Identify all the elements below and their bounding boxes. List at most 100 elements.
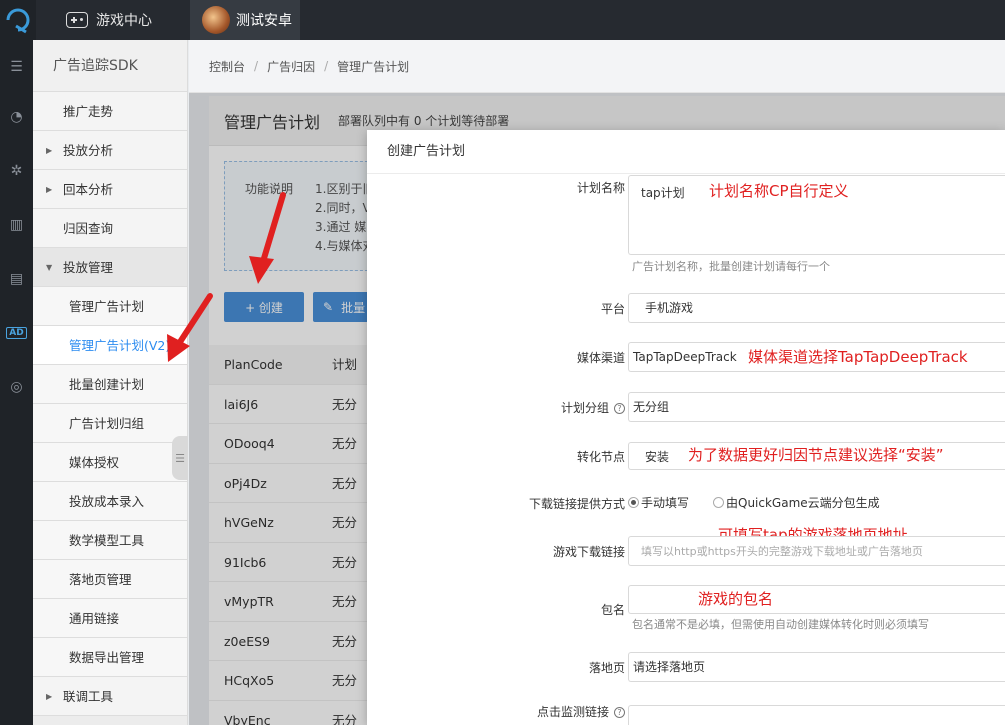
avatar bbox=[202, 6, 230, 34]
sidebar-item-label: 推广走势 bbox=[63, 104, 114, 119]
sidebar-item-label: 批量创建计划 bbox=[69, 377, 145, 392]
sidebar-item-label: 广告计划归组 bbox=[69, 416, 145, 431]
radio-manual[interactable]: 手动填写 bbox=[628, 494, 689, 511]
collapse-icon: ☰ bbox=[175, 451, 185, 465]
dashboard-icon[interactable]: ◔ bbox=[0, 102, 33, 132]
sidebar-item-label: 管理广告计划(V2) bbox=[69, 338, 171, 353]
plan-name-value: tap计划 bbox=[641, 186, 685, 200]
target-icon[interactable]: ◎ bbox=[0, 372, 33, 402]
sidebar-title: 广告追踪SDK bbox=[33, 40, 187, 92]
sidebar-item-label: 投放管理 bbox=[63, 260, 114, 275]
nav-project-label: 测试安卓 bbox=[236, 13, 292, 29]
top-bar: 游戏中心 测试安卓 bbox=[0, 0, 1005, 40]
annotation-channel: 媒体渠道选择TapTapDeepTrack bbox=[748, 348, 968, 366]
sidebar-item-delivery-analysis[interactable]: ▶ 投放分析 bbox=[33, 131, 187, 170]
group-label: 计划分组? bbox=[561, 399, 625, 416]
gear-icon[interactable]: ✲ bbox=[0, 156, 33, 186]
ad-icon[interactable]: AD bbox=[0, 318, 33, 348]
group-label-text: 计划分组 bbox=[560, 401, 609, 415]
channel-value: TapTapDeepTrack bbox=[633, 350, 737, 364]
sidebar-item-label: 联调工具 bbox=[63, 689, 114, 704]
sidebar-item-label: 通用链接 bbox=[69, 611, 120, 626]
sidebar-item-manage-plans-v2[interactable]: 管理广告计划(V2) bbox=[33, 326, 187, 365]
sidebar-item-math-model[interactable]: 数学模型工具 bbox=[33, 521, 187, 560]
sidebar-item-label: 数据导出管理 bbox=[69, 650, 145, 665]
caret-right-icon: ▶ bbox=[46, 185, 53, 194]
radio-manual-label: 手动填写 bbox=[641, 496, 690, 510]
sidebar-item-batch-create[interactable]: 批量创建计划 bbox=[33, 365, 187, 404]
plan-name-label: 计划名称 bbox=[576, 181, 625, 195]
sidebar-item-attribution-query[interactable]: 归因查询 bbox=[33, 209, 187, 248]
click-monitor-input[interactable] bbox=[628, 705, 1005, 725]
sidebar-item-plan-grouping[interactable]: 广告计划归组 bbox=[33, 404, 187, 443]
platform-select[interactable]: 手机游戏 bbox=[628, 293, 1005, 323]
breadcrumb-item: 管理广告计划 bbox=[337, 59, 410, 74]
sidebar-item-label: 数学模型工具 bbox=[69, 533, 145, 548]
platform-label: 平台 bbox=[600, 302, 625, 316]
landing-label: 落地页 bbox=[588, 661, 625, 675]
breadcrumb-item[interactable]: 控制台 bbox=[209, 58, 245, 75]
radio-cloud-label: 由QuickGame云端分包生成 bbox=[726, 496, 880, 510]
breadcrumb: 控制台 / 广告归因 / 管理广告计划 bbox=[189, 40, 1005, 93]
bar-chart-icon[interactable]: ▥ bbox=[0, 210, 33, 240]
sidebar: 广告追踪SDK 推广走势 ▶ 投放分析 ▶ 回本分析 归因查询 ▼ 投放管理 管理广告… bbox=[33, 40, 188, 725]
sidebar-item-payback-analysis[interactable]: ▶ 回本分析 bbox=[33, 170, 187, 209]
sidebar-item-trend[interactable]: 推广走势 bbox=[33, 92, 187, 131]
sidebar-item-delivery-management[interactable]: ▼ 投放管理 bbox=[33, 248, 187, 287]
package-label: 包名 bbox=[600, 603, 625, 617]
caret-right-icon: ▶ bbox=[46, 692, 53, 701]
radio-unchecked-icon bbox=[713, 497, 724, 508]
sidebar-item-label: 媒体授权 bbox=[69, 455, 120, 470]
breadcrumb-separator: / bbox=[254, 59, 259, 73]
conversion-node-label: 转化节点 bbox=[576, 450, 625, 464]
package-input[interactable] bbox=[628, 585, 1005, 614]
icon-rail: ☰ ◔ ✲ ▥ ▤ AD ◎ bbox=[0, 40, 33, 725]
sidebar-item-label: 归因查询 bbox=[63, 221, 114, 236]
sidebar-item-label: 管理广告计划 bbox=[69, 299, 145, 314]
create-plan-dialog: 创建广告计划 计划名称 tap计划 计划名称CP自行定义 广告计划名称，批量创建… bbox=[367, 130, 1005, 725]
group-select[interactable]: 无分组 bbox=[628, 392, 1005, 422]
landing-select[interactable]: 请选择落地页 bbox=[628, 652, 1005, 682]
sidebar-item-cost-entry[interactable]: 投放成本录入 bbox=[33, 482, 187, 521]
nav-game-center[interactable]: 游戏中心 bbox=[66, 0, 152, 40]
sidebar-item-debug-tools[interactable]: ▶ 联调工具 bbox=[33, 677, 187, 716]
radio-checked-icon bbox=[628, 497, 639, 508]
sidebar-item-universal-link[interactable]: 通用链接 bbox=[33, 599, 187, 638]
help-icon[interactable]: ? bbox=[614, 403, 625, 414]
plan-name-help: 广告计划名称，批量创建计划请每行一个 bbox=[632, 260, 830, 273]
channel-label: 媒体渠道 bbox=[576, 351, 625, 365]
sidebar-item-data-export[interactable]: 数据导出管理 bbox=[33, 638, 187, 677]
conversion-node-value: 安装 bbox=[645, 450, 670, 464]
click-monitor-label-text: 点击监测链接 bbox=[536, 705, 609, 719]
game-link-input[interactable]: 填写以http或https开头的完整游戏下载地址或广告落地页 bbox=[628, 536, 1005, 566]
game-link-label: 游戏下载链接 bbox=[552, 545, 625, 559]
app-logo[interactable] bbox=[0, 0, 36, 40]
click-monitor-label: 点击监测链接? bbox=[537, 703, 625, 720]
sidebar-item-label: 落地页管理 bbox=[69, 572, 132, 587]
sidebar-item-label: 投放分析 bbox=[63, 143, 114, 158]
package-help: 包名通常不是必填，但需使用自动创建媒体转化时则必须填写 bbox=[632, 618, 929, 631]
nav-project[interactable]: 测试安卓 bbox=[190, 0, 300, 40]
sidebar-collapse-handle[interactable]: ☰ bbox=[172, 436, 188, 480]
caret-right-icon: ▶ bbox=[46, 146, 53, 155]
sidebar-item-manage-plans[interactable]: 管理广告计划 bbox=[33, 287, 187, 326]
radio-cloud[interactable]: 由QuickGame云端分包生成 bbox=[713, 494, 880, 511]
menu-icon[interactable]: ☰ bbox=[0, 52, 33, 82]
caret-down-icon: ▼ bbox=[46, 263, 53, 272]
gamepad-icon bbox=[66, 12, 88, 28]
dialog-title: 创建广告计划 bbox=[367, 130, 1005, 174]
breadcrumb-item[interactable]: 广告归因 bbox=[267, 58, 315, 75]
sidebar-item-media-auth[interactable]: 媒体授权 bbox=[33, 443, 187, 482]
click-monitor-row: 点击监测链接? bbox=[367, 702, 1005, 725]
help-icon[interactable]: ? bbox=[614, 707, 625, 718]
nav-game-center-label: 游戏中心 bbox=[96, 13, 152, 29]
sidebar-item-landing-pages[interactable]: 落地页管理 bbox=[33, 560, 187, 599]
download-method-label: 下载链接提供方式 bbox=[528, 497, 625, 511]
sidebar-item-label: 投放成本录入 bbox=[69, 494, 145, 509]
breadcrumb-separator: / bbox=[324, 59, 329, 73]
annotation-package: 游戏的包名 bbox=[698, 590, 774, 608]
sidebar-item-label: 回本分析 bbox=[63, 182, 114, 197]
dollar-icon[interactable]: ▤ bbox=[0, 264, 33, 294]
annotation-plan-name: 计划名称CP自行定义 bbox=[709, 182, 849, 200]
annotation-conversion-node: 为了数据更好归因节点建议选择“安装” bbox=[688, 446, 944, 464]
